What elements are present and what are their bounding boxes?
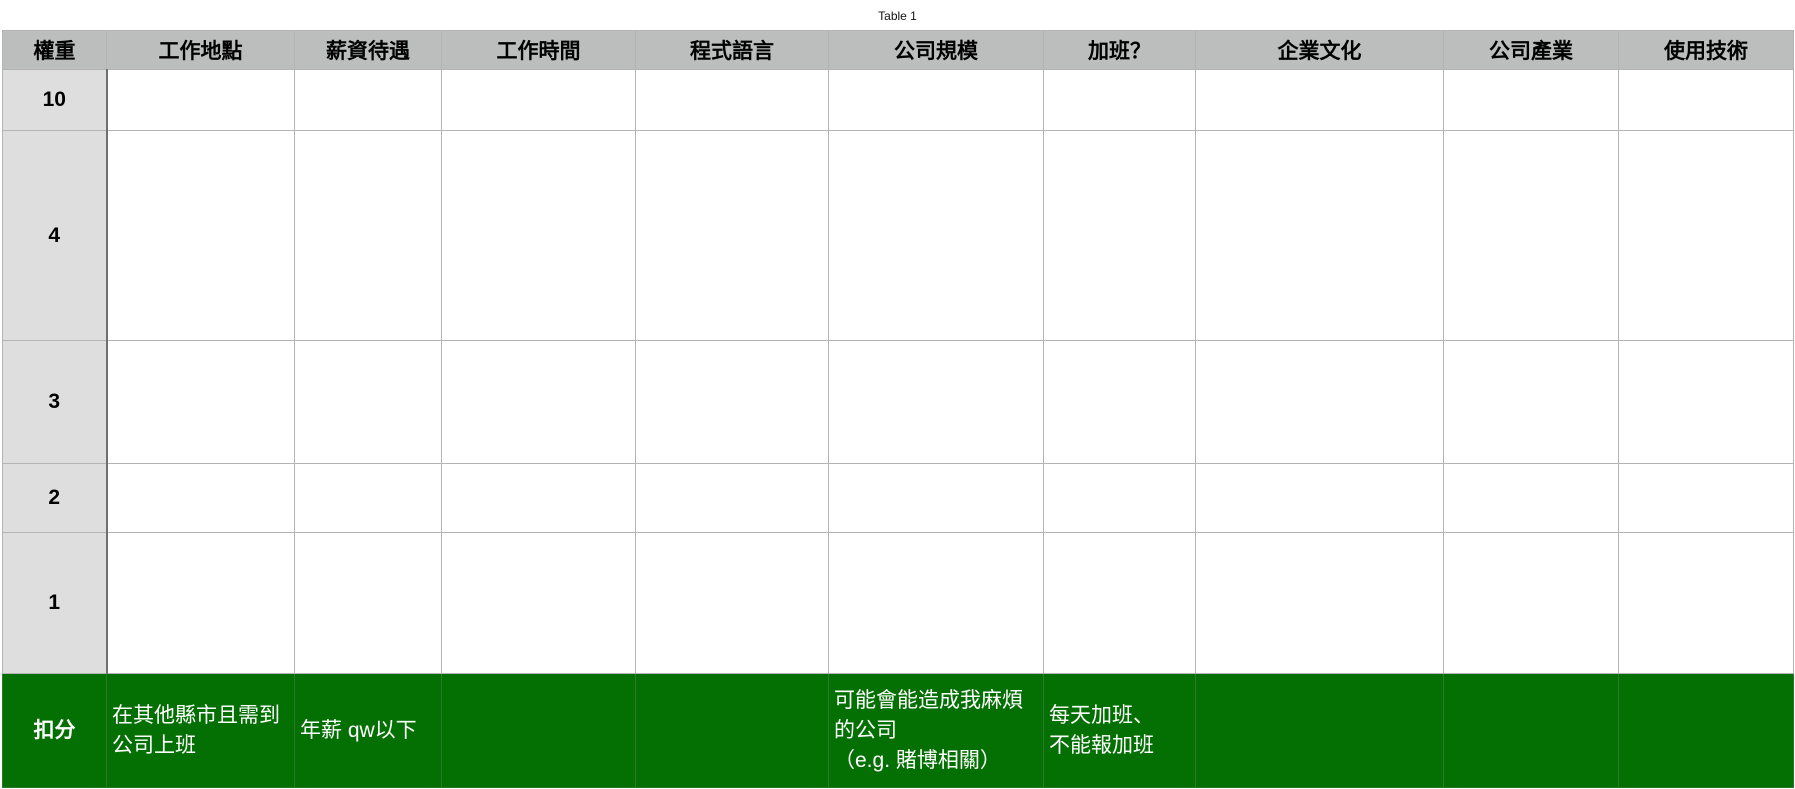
table-cell[interactable] (1443, 340, 1619, 464)
table-cell[interactable] (1043, 463, 1196, 533)
table-title: Table 1 (878, 9, 917, 23)
table-cell[interactable] (1043, 340, 1196, 464)
table-cell[interactable] (294, 463, 442, 533)
table-cell[interactable] (635, 532, 829, 674)
criteria-table: 權重 工作地點 薪資待遇 工作時間 程式語言 公司規模 加班？ 企業文化 公司產… (2, 30, 1794, 788)
header-row: 權重 工作地點 薪資待遇 工作時間 程式語言 公司規模 加班？ 企業文化 公司產… (2, 30, 1794, 70)
table-cell[interactable] (294, 532, 442, 674)
header-corporate-culture[interactable]: 企業文化 (1195, 30, 1444, 70)
header-work-hours[interactable]: 工作時間 (441, 30, 636, 70)
table-cell[interactable] (294, 340, 442, 464)
table-cell[interactable] (294, 69, 442, 131)
table-cell[interactable] (294, 130, 442, 341)
header-overtime[interactable]: 加班？ (1043, 30, 1196, 70)
table-cell[interactable] (1195, 69, 1444, 131)
deduct-row: 扣分 在其他縣市且需到公司上班 年薪 qw以下 可能會能造成我麻煩的公司 （e.… (2, 673, 1794, 788)
deduct-cell-work-location[interactable]: 在其他縣市且需到公司上班 (106, 673, 295, 788)
table-cell[interactable] (828, 130, 1044, 341)
table-row: 3 (2, 340, 1794, 464)
table-cell[interactable] (1618, 130, 1794, 341)
deduct-cell-tech-used[interactable] (1618, 673, 1794, 788)
table-cell[interactable] (1443, 130, 1619, 341)
table-cell[interactable] (1195, 130, 1444, 341)
table-cell[interactable] (441, 69, 636, 131)
table-row: 2 (2, 463, 1794, 533)
table-cell[interactable] (1043, 130, 1196, 341)
table-cell[interactable] (635, 340, 829, 464)
table-cell[interactable] (1195, 340, 1444, 464)
table-cell[interactable] (1618, 340, 1794, 464)
table-cell[interactable] (1618, 69, 1794, 131)
header-salary[interactable]: 薪資待遇 (294, 30, 442, 70)
deduct-cell-programming-language[interactable] (635, 673, 829, 788)
table-cell[interactable] (106, 340, 295, 464)
deduct-label[interactable]: 扣分 (2, 673, 107, 788)
table-row: 1 (2, 532, 1794, 674)
table-cell[interactable] (1043, 69, 1196, 131)
table-cell[interactable] (828, 532, 1044, 674)
table-cell[interactable] (1043, 532, 1196, 674)
table-cell[interactable] (106, 532, 295, 674)
table-cell[interactable] (635, 463, 829, 533)
table-cell[interactable] (106, 130, 295, 341)
table-cell[interactable] (441, 340, 636, 464)
deduct-cell-work-hours[interactable] (441, 673, 636, 788)
header-programming-language[interactable]: 程式語言 (635, 30, 829, 70)
table-cell[interactable] (106, 69, 295, 131)
weight-cell[interactable]: 4 (2, 130, 108, 341)
table-cell[interactable] (1443, 532, 1619, 674)
deduct-cell-company-industry[interactable] (1443, 673, 1619, 788)
weight-cell[interactable]: 1 (2, 532, 108, 674)
deduct-cell-overtime[interactable]: 每天加班、 不能報加班 (1043, 673, 1196, 788)
header-work-location[interactable]: 工作地點 (106, 30, 295, 70)
table-row: 10 (2, 69, 1794, 131)
table-cell[interactable] (441, 532, 636, 674)
table-cell[interactable] (828, 340, 1044, 464)
deduct-cell-corporate-culture[interactable] (1195, 673, 1444, 788)
header-company-size[interactable]: 公司規模 (828, 30, 1044, 70)
weight-cell[interactable]: 2 (2, 463, 108, 533)
weight-cell[interactable]: 10 (2, 69, 108, 131)
table-cell[interactable] (441, 463, 636, 533)
table-cell[interactable] (828, 69, 1044, 131)
deduct-cell-company-size[interactable]: 可能會能造成我麻煩的公司 （e.g. 賭博相關） (828, 673, 1044, 788)
weight-cell[interactable]: 3 (2, 340, 108, 464)
table-cell[interactable] (1195, 463, 1444, 533)
table-cell[interactable] (828, 463, 1044, 533)
table-cell[interactable] (1443, 463, 1619, 533)
table-row: 4 (2, 130, 1794, 341)
table-cell[interactable] (1443, 69, 1619, 131)
table-cell[interactable] (441, 130, 636, 341)
table-cell[interactable] (1618, 463, 1794, 533)
header-company-industry[interactable]: 公司產業 (1443, 30, 1619, 70)
table-cell[interactable] (635, 130, 829, 341)
table-cell[interactable] (106, 463, 295, 533)
header-tech-used[interactable]: 使用技術 (1618, 30, 1794, 70)
table-cell[interactable] (1195, 532, 1444, 674)
table-cell[interactable] (1618, 532, 1794, 674)
deduct-cell-salary[interactable]: 年薪 qw以下 (294, 673, 442, 788)
table-cell[interactable] (635, 69, 829, 131)
header-weight[interactable]: 權重 (2, 30, 107, 70)
